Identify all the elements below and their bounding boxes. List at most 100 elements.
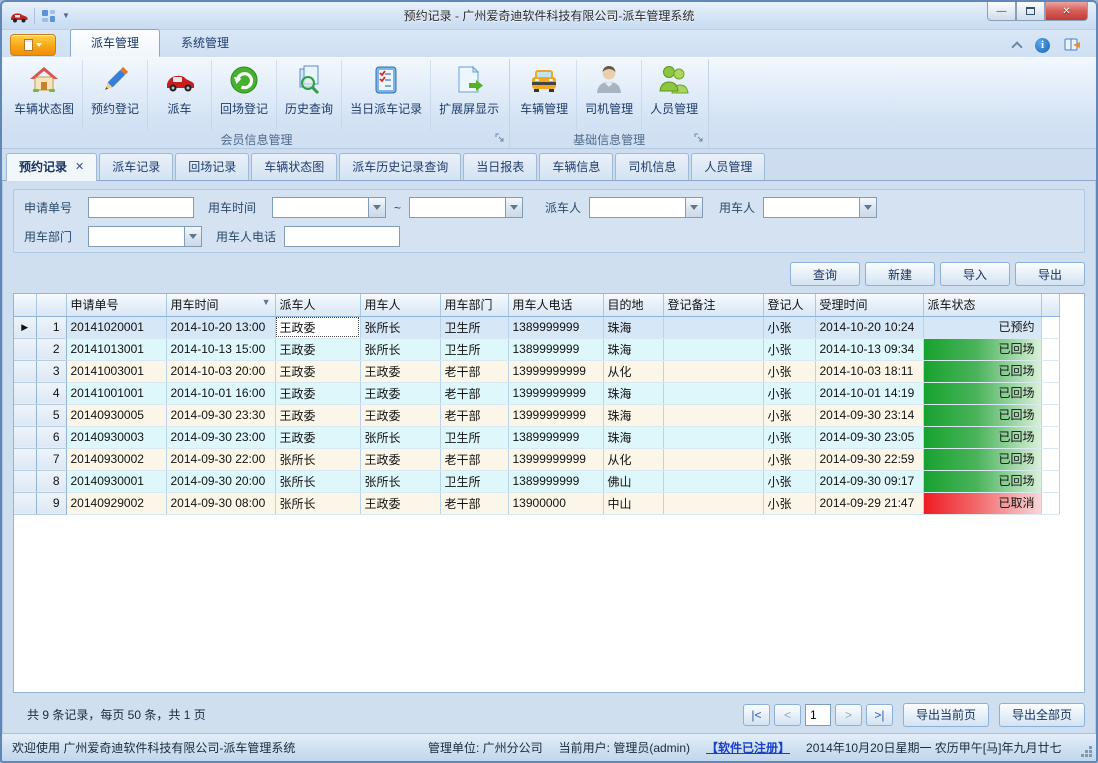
personnel-manage-button[interactable]: 人员管理 (642, 60, 706, 130)
cell-destination[interactable]: 珠海 (603, 316, 663, 338)
table-row[interactable]: 8 20140930001 2014-09-30 20:00 张所长 张所长 卫… (14, 470, 1059, 492)
cell-apply-no[interactable]: 20140930001 (66, 470, 166, 492)
cell-remark[interactable] (663, 404, 763, 426)
cell-accept-time[interactable]: 2014-09-30 09:17 (815, 470, 923, 492)
dispatch-button[interactable]: 派车 (148, 60, 212, 130)
cell-dispatch-status[interactable]: 已回场 (923, 404, 1041, 426)
cell-apply-no[interactable]: 20140930003 (66, 426, 166, 448)
cell-destination[interactable]: 珠海 (603, 382, 663, 404)
col-apply-no[interactable]: 申请单号 (66, 294, 166, 316)
tab-dispatch-history-query[interactable]: 派车历史记录查询 (339, 153, 461, 180)
cell-phone[interactable]: 13999999999 (508, 382, 603, 404)
cell-accept-time[interactable]: 2014-09-29 21:47 (815, 492, 923, 514)
cell-phone[interactable]: 13999999999 (508, 448, 603, 470)
cell-phone[interactable]: 1389999999 (508, 316, 603, 338)
cell-dispatch-status[interactable]: 已回场 (923, 360, 1041, 382)
apply-no-input[interactable] (88, 197, 194, 218)
prev-page-button[interactable]: < (774, 704, 801, 726)
col-remark[interactable]: 登记备注 (663, 294, 763, 316)
tab-dispatch-records[interactable]: 派车记录 (99, 153, 173, 180)
col-use-time[interactable]: ▼用车时间 (166, 294, 275, 316)
cell-dispatcher[interactable]: 王政委 (275, 404, 360, 426)
tab-personnel-manage[interactable]: 人员管理 (691, 153, 765, 180)
first-page-button[interactable]: |< (743, 704, 770, 726)
cell-apply-no[interactable]: 20141001001 (66, 382, 166, 404)
vehicle-manage-button[interactable]: 车辆管理 (512, 60, 577, 130)
export-current-page-button[interactable]: 导出当前页 (903, 703, 989, 727)
dialog-launcher-icon[interactable] (694, 133, 704, 143)
cell-remark[interactable] (663, 360, 763, 382)
query-button[interactable]: 查询 (790, 262, 860, 286)
dialog-launcher-icon[interactable] (495, 133, 505, 143)
cell-registrar[interactable]: 小张 (763, 316, 815, 338)
cell-user[interactable]: 张所长 (360, 426, 440, 448)
cell-dispatcher[interactable]: 王政委 (275, 316, 360, 338)
cell-destination[interactable]: 珠海 (603, 338, 663, 360)
cell-remark[interactable] (663, 470, 763, 492)
chevron-down-icon[interactable] (184, 226, 202, 247)
table-row[interactable]: ▶ 1 20141020001 2014-10-20 13:00 王政委 张所长… (14, 316, 1059, 338)
minimize-button[interactable]: — (987, 2, 1016, 21)
cell-user[interactable]: 王政委 (360, 448, 440, 470)
cell-use-time[interactable]: 2014-10-01 16:00 (166, 382, 275, 404)
tab-driver-info[interactable]: 司机信息 (615, 153, 689, 180)
cell-registrar[interactable]: 小张 (763, 338, 815, 360)
cell-registrar[interactable]: 小张 (763, 426, 815, 448)
tab-vehicle-info[interactable]: 车辆信息 (539, 153, 613, 180)
next-page-button[interactable]: > (835, 704, 862, 726)
cell-use-time[interactable]: 2014-09-30 08:00 (166, 492, 275, 514)
cell-use-time[interactable]: 2014-10-13 15:00 (166, 338, 275, 360)
use-time-to-combo[interactable] (409, 197, 523, 218)
cell-dept[interactable]: 老干部 (440, 448, 508, 470)
cell-user[interactable]: 张所长 (360, 338, 440, 360)
cell-registrar[interactable]: 小张 (763, 448, 815, 470)
table-row[interactable]: 3 20141003001 2014-10-03 20:00 王政委 王政委 老… (14, 360, 1059, 382)
cell-destination[interactable]: 珠海 (603, 426, 663, 448)
cell-destination[interactable]: 佛山 (603, 470, 663, 492)
cell-use-time[interactable]: 2014-09-30 20:00 (166, 470, 275, 492)
cell-dept[interactable]: 卫生所 (440, 470, 508, 492)
cell-accept-time[interactable]: 2014-10-01 14:19 (815, 382, 923, 404)
cell-remark[interactable] (663, 426, 763, 448)
cell-dept[interactable]: 卫生所 (440, 426, 508, 448)
close-button[interactable]: ✕ (1045, 2, 1088, 21)
cell-phone[interactable]: 1389999999 (508, 470, 603, 492)
cell-dispatcher[interactable]: 张所长 (275, 448, 360, 470)
table-row[interactable]: 6 20140930003 2014-09-30 23:00 王政委 张所长 卫… (14, 426, 1059, 448)
dispatcher-combo[interactable] (589, 197, 703, 218)
last-page-button[interactable]: >| (866, 704, 893, 726)
layout-grid-icon[interactable] (41, 9, 56, 23)
app-menu-button[interactable] (10, 34, 56, 56)
cell-apply-no[interactable]: 20140930005 (66, 404, 166, 426)
cell-dispatch-status[interactable]: 已回场 (923, 470, 1041, 492)
table-row[interactable]: 4 20141001001 2014-10-01 16:00 王政委 王政委 老… (14, 382, 1059, 404)
restore-button[interactable] (1016, 2, 1045, 21)
cell-dispatcher[interactable]: 王政委 (275, 426, 360, 448)
tab-daily-report[interactable]: 当日报表 (463, 153, 537, 180)
export-button[interactable]: 导出 (1015, 262, 1085, 286)
page-number-input[interactable] (805, 704, 831, 726)
vehicle-status-map-button[interactable]: 车辆状态图 (6, 60, 83, 130)
cell-dispatch-status[interactable]: 已回场 (923, 338, 1041, 360)
cell-dispatcher[interactable]: 王政委 (275, 382, 360, 404)
cell-dept[interactable]: 老干部 (440, 382, 508, 404)
reservation-register-button[interactable]: 预约登记 (83, 60, 148, 130)
cell-registrar[interactable]: 小张 (763, 470, 815, 492)
cell-phone[interactable]: 13999999999 (508, 360, 603, 382)
cell-accept-time[interactable]: 2014-10-13 09:34 (815, 338, 923, 360)
cell-remark[interactable] (663, 316, 763, 338)
cell-use-time[interactable]: 2014-10-20 13:00 (166, 316, 275, 338)
cell-dept[interactable]: 老干部 (440, 360, 508, 382)
tab-close-icon[interactable]: ✕ (75, 160, 84, 173)
cell-apply-no[interactable]: 20141003001 (66, 360, 166, 382)
toolbar-dropdown-icon[interactable]: ▼ (62, 11, 70, 20)
cell-destination[interactable]: 从化 (603, 360, 663, 382)
cell-remark[interactable] (663, 382, 763, 404)
cell-dispatcher[interactable]: 张所长 (275, 470, 360, 492)
cell-apply-no[interactable]: 20141020001 (66, 316, 166, 338)
cell-dept[interactable]: 老干部 (440, 404, 508, 426)
cell-remark[interactable] (663, 448, 763, 470)
cell-use-time[interactable]: 2014-09-30 23:30 (166, 404, 275, 426)
cell-destination[interactable]: 中山 (603, 492, 663, 514)
col-destination[interactable]: 目的地 (603, 294, 663, 316)
